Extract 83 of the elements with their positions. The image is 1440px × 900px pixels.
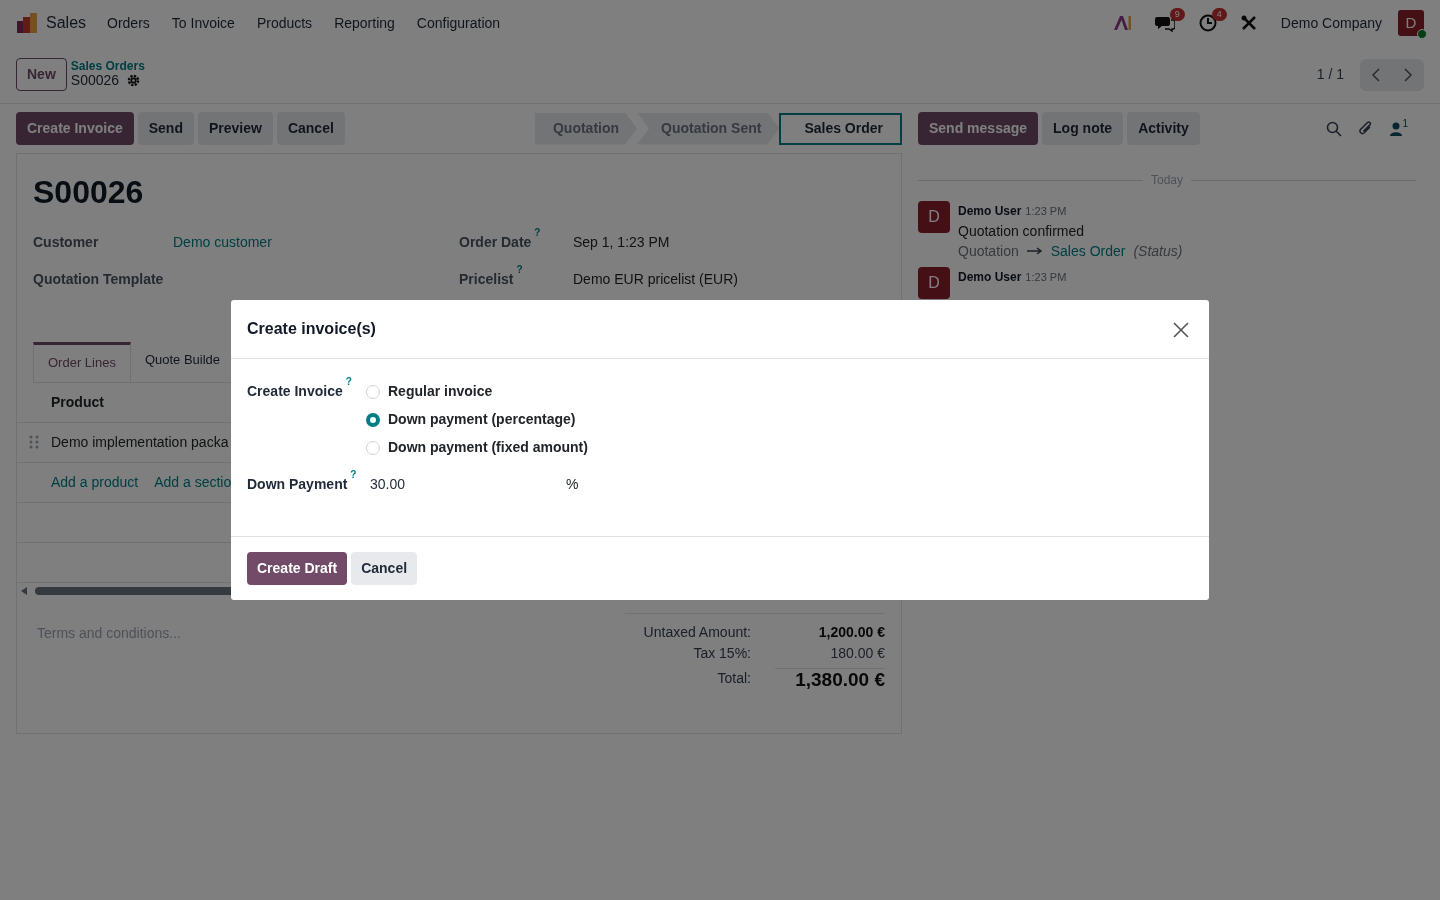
dialog-button[interactable]: Create Draft bbox=[247, 552, 348, 585]
activity-count-badge: 4 bbox=[1211, 8, 1227, 21]
field-label: Customer bbox=[33, 233, 100, 252]
new-button[interactable]: New bbox=[16, 58, 67, 91]
author-avatar: D bbox=[918, 201, 950, 233]
total-value: 180.00 € bbox=[829, 643, 885, 663]
dialog-button[interactable]: Cancel bbox=[351, 552, 418, 585]
help-icon[interactable]: ? bbox=[534, 227, 541, 239]
total-label: Total: bbox=[717, 668, 751, 688]
radio-label[interactable]: Down payment (fixed amount) bbox=[388, 437, 588, 458]
field-value: Sep 1, 1:23 PM bbox=[573, 233, 670, 252]
action-button[interactable]: Create Invoice bbox=[16, 112, 134, 145]
radio-label[interactable]: Down payment (percentage) bbox=[388, 409, 576, 430]
unit-label: % bbox=[566, 475, 579, 494]
help-icon[interactable]: ? bbox=[350, 469, 357, 481]
company-switcher[interactable]: Demo Company bbox=[1280, 12, 1382, 34]
total-value: 1,200.00 € bbox=[817, 622, 885, 642]
form-tab[interactable]: Order Lines bbox=[33, 342, 131, 382]
help-icon[interactable]: ? bbox=[516, 264, 523, 276]
message-time: 1:23 PM bbox=[1025, 270, 1067, 285]
column-header: Product bbox=[51, 392, 104, 412]
online-status-icon bbox=[1417, 29, 1427, 39]
follower-count[interactable]: 1 bbox=[1402, 115, 1408, 131]
chat-icon[interactable] bbox=[1154, 14, 1175, 32]
scroll-left-icon[interactable] bbox=[21, 586, 27, 595]
previous-button[interactable] bbox=[1360, 58, 1392, 91]
old-value: Quotation bbox=[958, 242, 1019, 261]
table-cell-text: Demo implementation packa bbox=[51, 432, 229, 452]
action-button[interactable]: Cancel bbox=[276, 112, 345, 145]
person-icon[interactable] bbox=[1390, 121, 1403, 136]
tools-icon[interactable] bbox=[1240, 15, 1257, 31]
clock-icon[interactable] bbox=[1198, 14, 1217, 32]
total-label: Tax 15%: bbox=[693, 643, 751, 663]
total-value: 1,380.00 € bbox=[775, 667, 885, 692]
breadcrumb-link[interactable]: Sales Orders bbox=[70, 60, 145, 73]
app-name[interactable]: Sales bbox=[46, 11, 87, 35]
close-icon bbox=[1173, 321, 1189, 338]
menu-item[interactable]: To Invoice bbox=[160, 12, 246, 34]
next-button[interactable] bbox=[1392, 58, 1424, 91]
radio-label[interactable]: Regular invoice bbox=[388, 381, 493, 402]
action-button[interactable]: Preview bbox=[197, 112, 273, 145]
user-avatar[interactable]: D bbox=[1398, 10, 1424, 36]
message-count-badge: 9 bbox=[1169, 8, 1185, 21]
add-line-link[interactable]: Add a product bbox=[51, 471, 139, 493]
help-icon[interactable]: ? bbox=[345, 376, 352, 388]
message-time: 1:23 PM bbox=[1025, 204, 1067, 219]
status-step[interactable]: Quotation bbox=[534, 112, 638, 145]
field-label: Quotation Template bbox=[33, 270, 165, 289]
field-value: Demo EUR pricelist (EUR) bbox=[573, 270, 738, 289]
total-label: Untaxed Amount: bbox=[643, 622, 751, 642]
chatter-button[interactable]: Log note bbox=[1042, 112, 1124, 145]
arrow-right-icon bbox=[1026, 247, 1043, 255]
pager-value: 1 / 1 bbox=[1316, 65, 1344, 84]
new-value: Sales Order bbox=[1050, 242, 1126, 261]
author-name: Demo User bbox=[958, 269, 1022, 286]
menu-item[interactable]: Orders bbox=[96, 12, 161, 34]
add-line-link[interactable]: Add a sectio bbox=[154, 471, 232, 493]
menu-item[interactable]: Products bbox=[245, 12, 324, 34]
menu-item[interactable]: Reporting bbox=[323, 12, 406, 34]
ai-icon[interactable] bbox=[1112, 15, 1131, 31]
field-name: (Status) bbox=[1133, 242, 1183, 261]
drag-handle-icon[interactable] bbox=[29, 435, 39, 449]
chevron-left-icon bbox=[1372, 67, 1380, 82]
author-name: Demo User bbox=[958, 203, 1022, 220]
message-text: Quotation confirmed bbox=[958, 222, 1086, 241]
author-avatar: D bbox=[918, 267, 950, 299]
radio-button[interactable] bbox=[366, 412, 380, 427]
amount-field[interactable]: 30.00 bbox=[366, 474, 566, 495]
form-tab[interactable]: Quote Builde bbox=[130, 342, 235, 382]
gear-icon[interactable] bbox=[127, 74, 141, 87]
status-step[interactable]: Sales Order bbox=[779, 112, 902, 145]
chatter-button[interactable]: Activity bbox=[1127, 112, 1200, 145]
record-name: S00026 bbox=[70, 72, 120, 89]
record-title: S00026 bbox=[33, 173, 145, 212]
menu-item[interactable]: Configuration bbox=[405, 12, 512, 34]
dialog-title: Create invoice(s) bbox=[247, 319, 376, 339]
field-value[interactable]: Demo customer bbox=[173, 232, 272, 253]
search-icon[interactable] bbox=[1326, 120, 1343, 137]
chevron-right-icon bbox=[1404, 67, 1412, 82]
chatter-button[interactable]: Send message bbox=[918, 112, 1039, 145]
status-step[interactable]: Quotation Sent bbox=[637, 112, 780, 145]
action-button[interactable]: Send bbox=[137, 112, 194, 145]
app-logo-icon[interactable] bbox=[16, 12, 38, 34]
